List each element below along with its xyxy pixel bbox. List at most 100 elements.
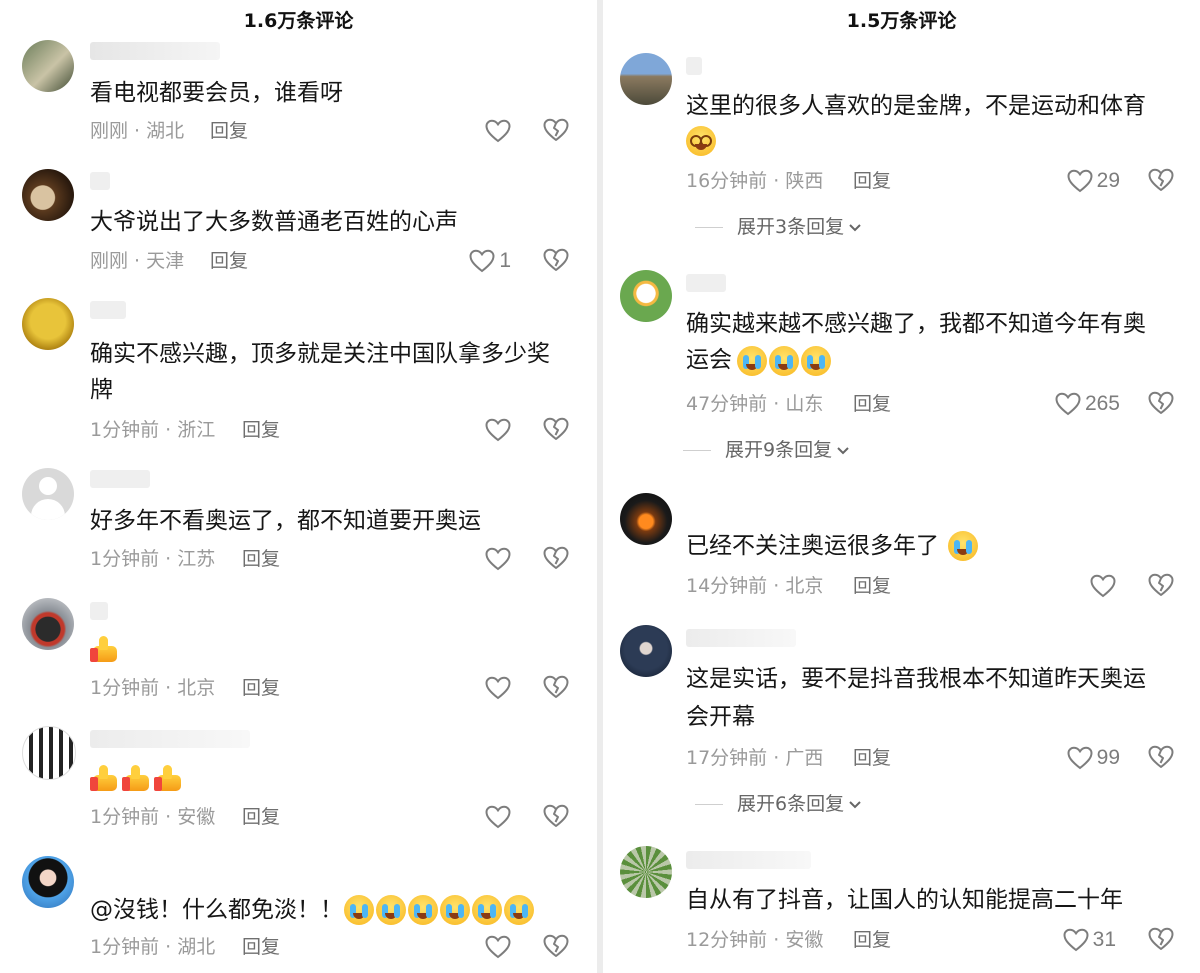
username[interactable]: [686, 629, 796, 647]
reply-button[interactable]: 回复: [242, 418, 280, 442]
like-button[interactable]: 265: [1055, 391, 1120, 417]
comment-location: 江苏: [177, 548, 216, 570]
avatar[interactable]: [22, 598, 74, 650]
comment-count-title: 1.5万条评论: [846, 10, 957, 32]
crying-face-icon: [472, 895, 502, 925]
reply-button[interactable]: 回复: [242, 676, 280, 700]
dislike-button[interactable]: [1148, 745, 1174, 771]
username[interactable]: [90, 730, 250, 748]
username[interactable]: [686, 851, 811, 869]
meta-separator: ·: [767, 747, 786, 769]
like-button[interactable]: 99: [1067, 745, 1120, 771]
comment-location: 山东: [785, 393, 824, 415]
comment-meta: 1分钟前 · 北京: [90, 676, 215, 700]
avatar[interactable]: [22, 40, 74, 92]
reply-button[interactable]: 回复: [853, 169, 891, 193]
dislike-button[interactable]: [1148, 391, 1174, 417]
dislike-button[interactable]: [543, 248, 569, 274]
dislike-button[interactable]: [543, 118, 569, 144]
avatar[interactable]: [22, 468, 74, 520]
meta-separator: ·: [767, 393, 786, 415]
reply-button[interactable]: 回复: [853, 746, 891, 770]
like-button[interactable]: [485, 118, 511, 144]
username[interactable]: [90, 172, 110, 190]
reply-button[interactable]: 回复: [210, 119, 248, 143]
reply-button[interactable]: 回复: [242, 935, 280, 959]
like-button[interactable]: [485, 675, 511, 701]
dislike-button[interactable]: [543, 675, 569, 701]
expand-replies-button[interactable]: 展开9条回复: [683, 438, 850, 462]
heart-outline-icon: [1090, 574, 1116, 598]
dislike-button[interactable]: [1148, 573, 1174, 599]
dislike-button[interactable]: [1148, 927, 1174, 953]
like-button[interactable]: [485, 417, 511, 443]
dislike-button[interactable]: [543, 934, 569, 960]
reply-button[interactable]: 回复: [242, 547, 280, 571]
like-button[interactable]: 31: [1063, 927, 1116, 953]
comments-panel-left: 1.6万条评论 看电视都要会员，谁看呀 刚刚 · 湖北 回复 大爷说出了大多数普…: [0, 0, 597, 973]
username[interactable]: [686, 274, 726, 292]
comments-panel-right: 1.5万条评论 这里的很多人喜欢的是金牌，不是运动和体育 16分钟前 · 陕西 …: [603, 0, 1200, 973]
avatar[interactable]: [620, 53, 672, 105]
like-button[interactable]: 29: [1067, 168, 1120, 194]
comment-text: 自从有了抖音，让国人的认知能提高二十年: [686, 887, 1123, 913]
reply-button[interactable]: 回复: [853, 392, 891, 416]
comment-location: 陕西: [785, 170, 824, 192]
like-button[interactable]: [485, 804, 511, 830]
username[interactable]: [90, 42, 220, 60]
username[interactable]: [686, 57, 702, 75]
broken-heart-icon: [543, 934, 569, 958]
broken-heart-icon: [543, 546, 569, 570]
dislike-button[interactable]: [543, 804, 569, 830]
like-button[interactable]: [485, 546, 511, 572]
reply-button[interactable]: 回复: [853, 574, 891, 598]
comment-text: 确实越来越不感兴趣了，我都不知道今年有奥: [686, 311, 1146, 337]
avatar[interactable]: [22, 856, 74, 908]
chevron-down-icon: [848, 215, 862, 239]
avatar[interactable]: [22, 726, 76, 780]
heart-outline-icon: [485, 935, 511, 959]
rofl-face-icon: [737, 346, 767, 376]
like-count: 1: [499, 249, 511, 272]
like-button[interactable]: [1090, 573, 1116, 599]
dislike-button[interactable]: [543, 417, 569, 443]
expand-replies-button[interactable]: 展开3条回复: [695, 215, 862, 239]
meta-separator: ·: [128, 250, 147, 272]
comment-count-title: 1.6万条评论: [243, 10, 354, 32]
comment-meta: 16分钟前 · 陕西: [686, 169, 823, 193]
comment-text-continued: 运会: [686, 347, 732, 373]
comment-time: 1分钟前: [90, 677, 160, 699]
expand-label: 展开3条回复: [737, 216, 845, 238]
avatar[interactable]: [22, 169, 74, 221]
thumbs-up-icon: [90, 634, 120, 664]
avatar[interactable]: [620, 846, 672, 898]
username[interactable]: [90, 301, 126, 319]
comment-text: 看电视都要会员，谁看呀: [90, 80, 343, 106]
expand-dash: [695, 226, 723, 228]
avatar[interactable]: [22, 298, 74, 350]
comment-location: 湖北: [146, 120, 185, 142]
comment-text: 已经不关注奥运很多年了: [686, 533, 939, 559]
dislike-button[interactable]: [1148, 168, 1174, 194]
reply-button[interactable]: 回复: [853, 928, 891, 952]
avatar[interactable]: [620, 270, 672, 322]
comment-location: 天津: [146, 250, 185, 272]
expand-label: 展开9条回复: [725, 439, 833, 461]
rofl-face-icon: [769, 346, 799, 376]
expand-dash: [683, 449, 711, 451]
username[interactable]: [90, 602, 108, 620]
comment-location: 安徽: [177, 806, 216, 828]
avatar[interactable]: [620, 493, 672, 545]
avatar[interactable]: [620, 625, 672, 677]
expand-replies-button[interactable]: 展开6条回复: [695, 792, 862, 816]
broken-heart-icon: [543, 248, 569, 272]
like-button[interactable]: 1: [469, 248, 511, 274]
like-button[interactable]: [485, 934, 511, 960]
default-avatar-body: [31, 499, 65, 520]
reply-button[interactable]: 回复: [242, 805, 280, 829]
meta-separator: ·: [767, 575, 786, 597]
meta-separator: ·: [159, 677, 178, 699]
username[interactable]: [90, 470, 150, 488]
dislike-button[interactable]: [543, 546, 569, 572]
reply-button[interactable]: 回复: [210, 249, 248, 273]
